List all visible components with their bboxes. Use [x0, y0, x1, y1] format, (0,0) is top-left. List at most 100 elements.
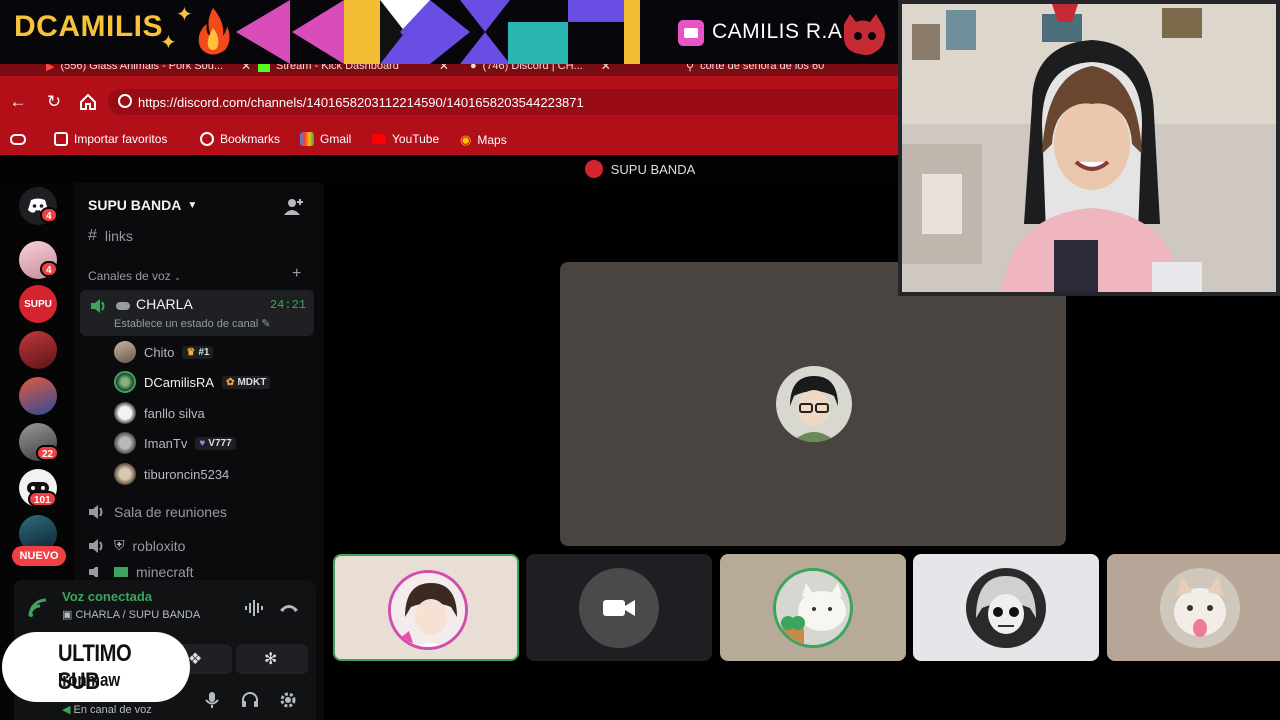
- map-pin-icon: ◉: [460, 132, 472, 147]
- site-info-icon[interactable]: [118, 94, 132, 108]
- hash-icon: #: [88, 227, 97, 244]
- heart-icon: ♥: [199, 437, 206, 449]
- participant-tile[interactable]: [913, 554, 1099, 661]
- participant-tile[interactable]: [720, 554, 906, 661]
- noise-suppression-icon[interactable]: [244, 598, 266, 618]
- fire-icon: [198, 8, 230, 55]
- brand-title: DCAMILIS: [14, 10, 163, 43]
- avatar: [114, 463, 136, 485]
- sparkle-icon: ✦: [160, 32, 177, 54]
- controller-icon: ▣: [62, 609, 76, 621]
- voice-member[interactable]: DCamilisRA ✿ MDKT: [114, 370, 271, 394]
- bookmarks-bar: Importar favoritos Bookmarks Gmail YouTu…: [0, 126, 900, 155]
- voice-member[interactable]: ImanTv ♥ V777: [114, 431, 236, 455]
- soundboard-icon: ✻: [264, 651, 278, 668]
- new-pill[interactable]: NUEVO: [12, 546, 66, 566]
- disconnect-icon[interactable]: [278, 598, 300, 618]
- channel-name: robloxito: [132, 537, 186, 554]
- shield-icon: ⛨: [114, 537, 125, 553]
- back-icon[interactable]: ←: [8, 92, 28, 112]
- participant-tile[interactable]: [526, 554, 712, 661]
- bookmark-label: Maps: [477, 133, 507, 147]
- participant-tile[interactable]: [333, 554, 519, 661]
- voice-connected-panel: Voz conectada ▣ CHARLA / SUPU BANDA: [14, 580, 316, 640]
- member-name: DCamilisRA: [144, 374, 215, 390]
- signal-icon[interactable]: [26, 596, 50, 620]
- server-name: SUPU BANDA: [88, 197, 182, 213]
- gmail-icon: [300, 132, 314, 146]
- avatar: [1160, 568, 1240, 648]
- avatar: [114, 432, 136, 454]
- reload-icon[interactable]: ↻: [44, 92, 64, 112]
- last-subscriber-overlay: ULTIMO SUB Ironmaw: [2, 632, 190, 702]
- user-status: ◀ En canal de voz: [62, 703, 152, 716]
- server-header[interactable]: SUPU BANDA ▼: [88, 197, 197, 213]
- channel-status[interactable]: Establece un estado de canal ✎: [114, 317, 271, 330]
- avatar: [114, 402, 136, 424]
- speaker-icon: [89, 505, 103, 519]
- gear-icon[interactable]: [278, 690, 298, 710]
- server-icon-red[interactable]: [19, 331, 57, 369]
- voice-member[interactable]: Chito ♛ #1: [114, 340, 214, 364]
- last-sub-name: Ironmaw: [58, 670, 121, 690]
- member-tag: ✿ MDKT: [222, 375, 271, 389]
- invite-people-icon[interactable]: [282, 195, 306, 219]
- participant-tile[interactable]: [1107, 554, 1280, 661]
- server-icon-supu[interactable]: SUPU: [19, 285, 57, 323]
- url-text: https://discord.com/channels/14016582031…: [138, 95, 584, 110]
- voice-category[interactable]: Canales de voz ⌄: [88, 269, 181, 283]
- stream-screen: SUPU BANDA 4 4 SUPU 22 101 NUEVO SUPU BA…: [0, 0, 1280, 720]
- voice-channel-sala[interactable]: Sala de reuniones: [88, 504, 227, 520]
- member-tag: ♥ V777: [195, 436, 236, 450]
- headphones-icon[interactable]: [240, 690, 260, 710]
- microphone-icon[interactable]: [202, 690, 222, 710]
- server-icon: [584, 160, 603, 178]
- voice-channel-charla[interactable]: CHARLA 24:21 Establece un estado de cana…: [80, 290, 314, 336]
- member-name: ImanTv: [144, 435, 188, 451]
- voice-connected-channel[interactable]: ▣ CHARLA / SUPU BANDA: [62, 608, 200, 621]
- window-title: SUPU BANDA: [610, 161, 696, 177]
- notification-badge: 4: [40, 261, 58, 277]
- member-name: fanllo silva: [144, 405, 205, 421]
- avatar: [773, 568, 853, 648]
- channel-name: minecraft: [136, 567, 194, 577]
- notification-badge: 4: [40, 207, 58, 223]
- focused-participant-tile[interactable]: [560, 262, 1066, 546]
- browser-toolbar: ← ↻ https://discord.com/channels/1401658…: [0, 76, 900, 126]
- bookmark-bookmarks[interactable]: Bookmarks: [200, 132, 280, 146]
- activity-icon: ❖: [188, 651, 203, 668]
- voice-channel-minecraft[interactable]: minecraft: [88, 567, 194, 577]
- crown-icon: ♛: [186, 346, 196, 358]
- call-timer: 24:21: [269, 298, 306, 312]
- bookmark-youtube[interactable]: YouTube: [372, 132, 439, 146]
- bookmark-label: Importar favoritos: [74, 132, 168, 146]
- apps-icon[interactable]: [10, 134, 26, 145]
- bookmark-gmail[interactable]: Gmail: [300, 132, 351, 146]
- avatar: [114, 341, 136, 363]
- category-label: Canales de voz: [88, 269, 171, 283]
- globe-icon: [200, 132, 214, 146]
- address-bar[interactable]: https://discord.com/channels/14016582031…: [108, 89, 900, 115]
- voice-member[interactable]: fanllo silva: [114, 401, 205, 425]
- folder-icon: [54, 132, 68, 146]
- text-channel-links[interactable]: # links: [88, 227, 133, 245]
- bookmark-label: Gmail: [320, 132, 352, 146]
- home-icon[interactable]: [78, 92, 98, 112]
- cat-mascot-icon: [844, 14, 885, 55]
- bookmark-maps[interactable]: ◉ Maps: [460, 132, 507, 148]
- bookmark-label: Bookmarks: [220, 132, 281, 146]
- voice-channel-robloxito[interactable]: ⛨ robloxito: [88, 537, 185, 554]
- bookmark-import[interactable]: Importar favoritos: [54, 132, 167, 146]
- sparkle-icon: ✦: [176, 4, 193, 26]
- add-channel-icon[interactable]: +: [292, 265, 301, 283]
- webcam-feed: [898, 0, 1280, 296]
- member-name: tiburoncin5234: [144, 466, 230, 482]
- chevron-down-icon: ▼: [187, 199, 198, 211]
- avatar: [776, 366, 852, 442]
- member-tag: ♛ #1: [182, 345, 214, 359]
- server-icon-game[interactable]: [19, 377, 57, 415]
- avatar: [579, 568, 659, 648]
- speaker-icon: [89, 567, 98, 577]
- soundboard-button[interactable]: ✻: [236, 644, 308, 674]
- voice-member[interactable]: tiburoncin5234: [114, 462, 229, 486]
